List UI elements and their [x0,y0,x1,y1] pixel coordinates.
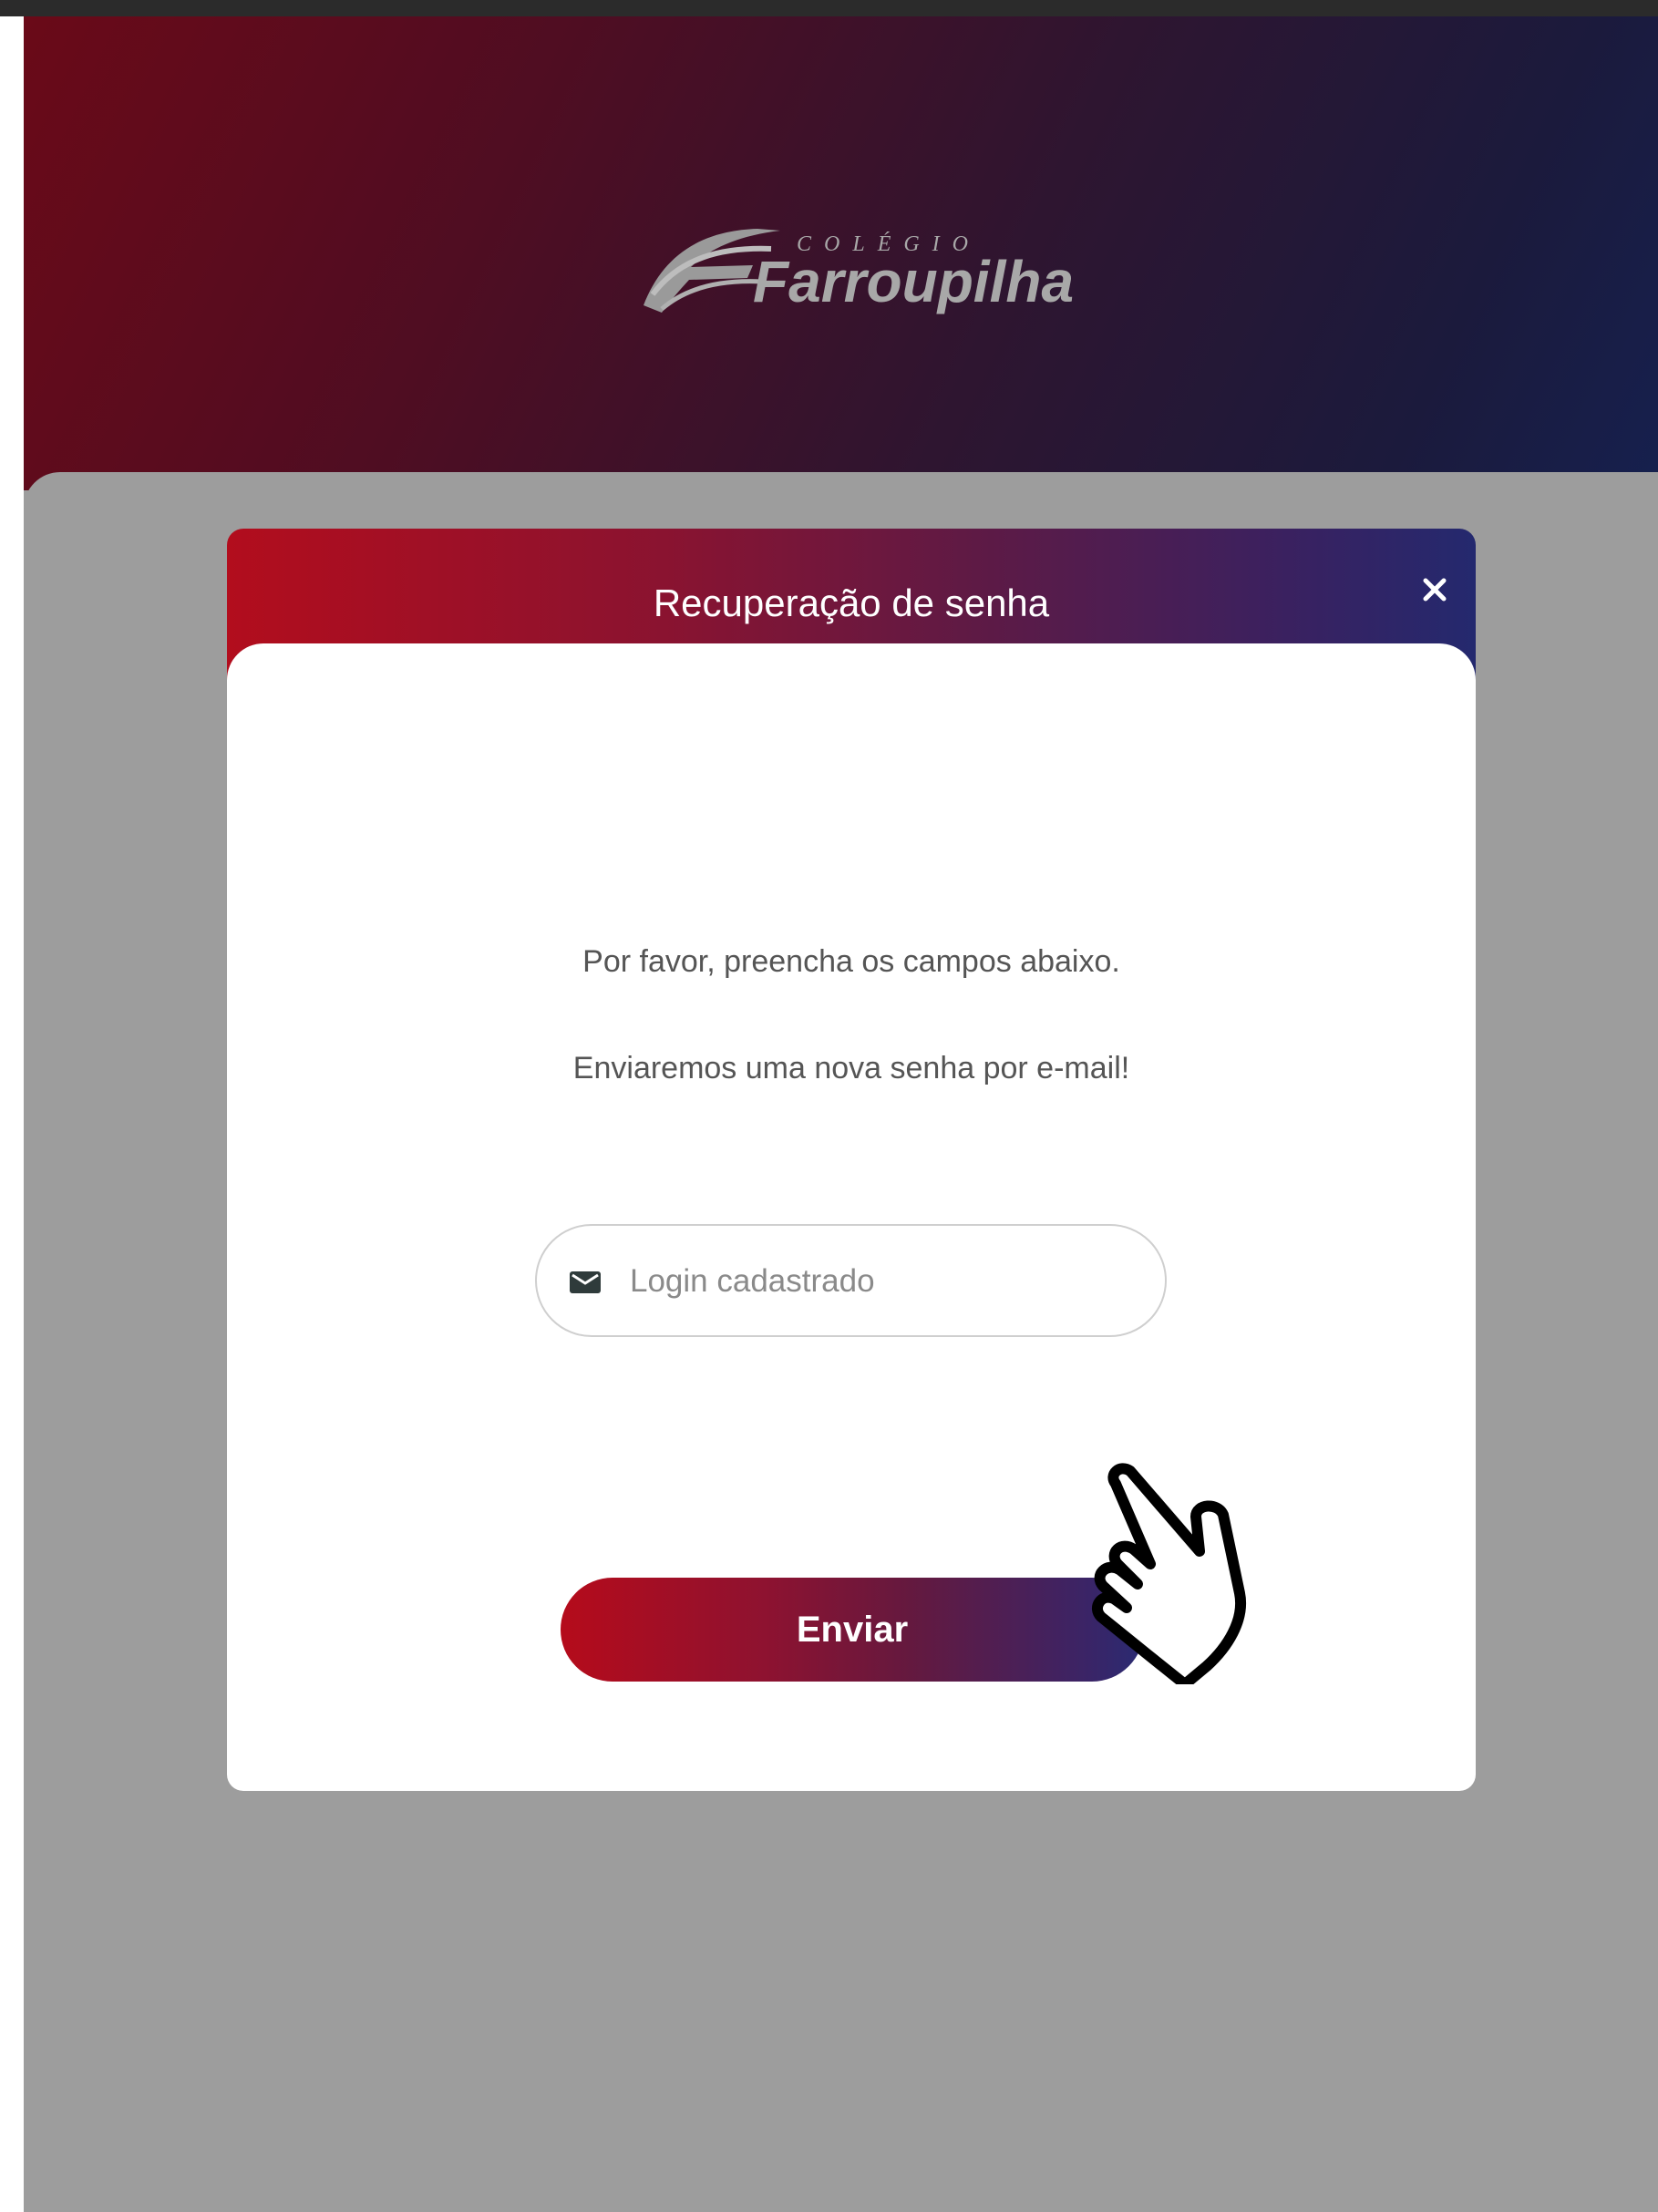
logo-main-text: Farroupilha [753,249,1074,314]
password-recovery-modal: Recuperação de senha Por favor, preencha… [227,529,1476,1791]
window-top-bar [0,0,1658,16]
login-field[interactable] [535,1224,1167,1337]
instruction-text-2: Enviaremos uma nova senha por e-mail! [572,1051,1130,1085]
modal-title: Recuperação de senha [653,581,1050,624]
instruction-text-1: Por favor, preencha os campos abaixo. [582,944,1120,979]
app-frame: COLÉGIO Farroupilha Recuperação de senha… [24,16,1658,2212]
close-icon [1423,578,1447,602]
modal-body: Por favor, preencha os campos abaixo. En… [227,643,1476,1791]
send-button[interactable]: Enviar [561,1578,1144,1682]
school-logo: COLÉGIO Farroupilha [634,203,1108,331]
login-input[interactable] [628,1244,1142,1319]
envelope-icon [570,1271,601,1293]
close-button[interactable] [1412,567,1457,612]
app-header: COLÉGIO Farroupilha [24,16,1658,490]
